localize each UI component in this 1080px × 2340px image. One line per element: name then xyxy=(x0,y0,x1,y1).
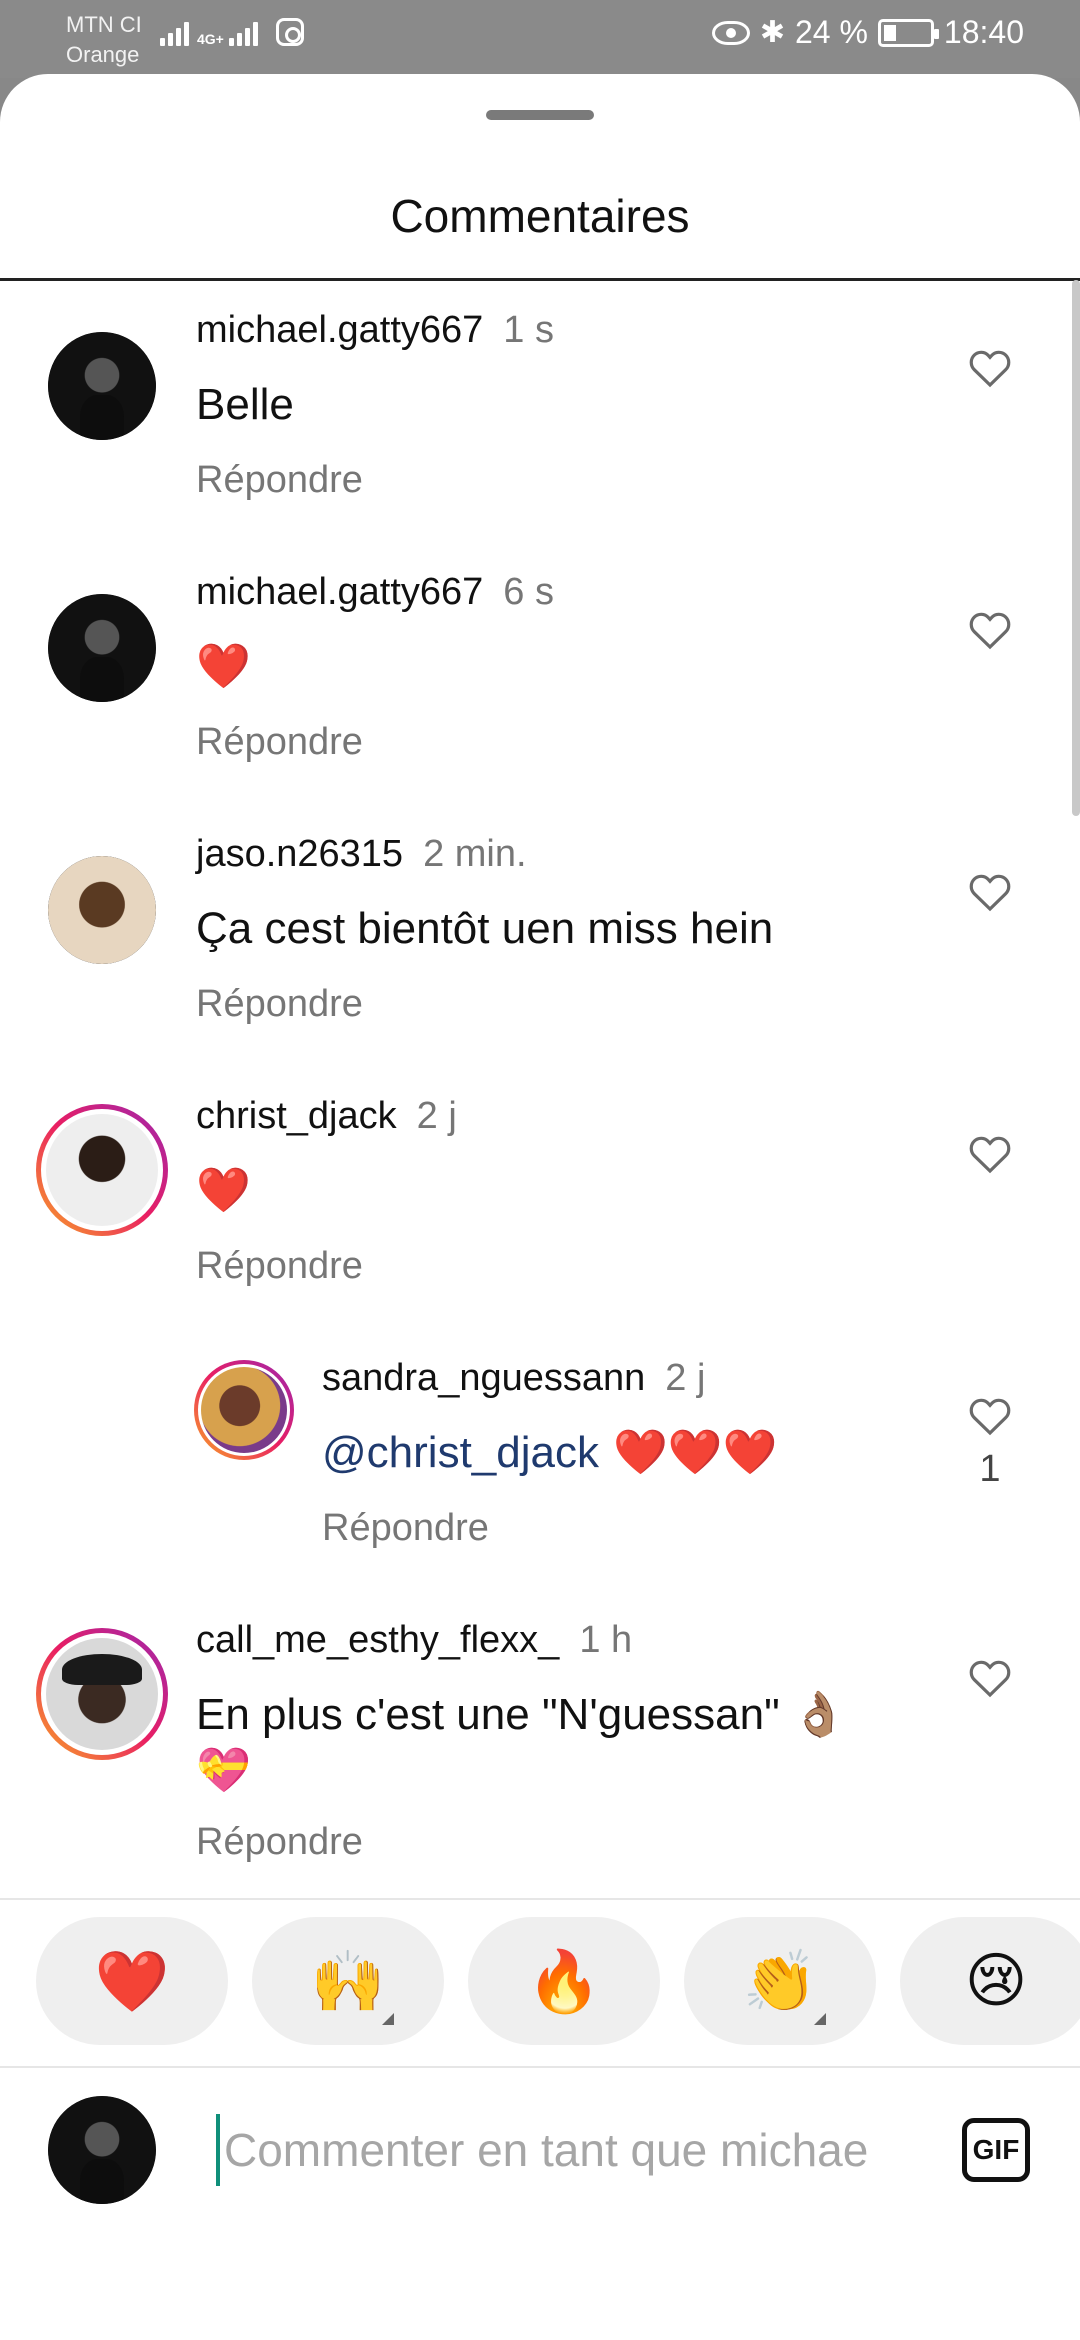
user-avatar[interactable] xyxy=(48,2096,156,2204)
status-bar: MTN CI Orange 4G+ ✱ 24 % 18:40 xyxy=(0,0,1080,78)
username[interactable]: jaso.n26315 xyxy=(196,833,403,875)
comment-meta: call_me_esthy_flexx_ 1 h xyxy=(196,1616,632,1664)
status-right: ✱ 24 % 18:40 xyxy=(711,14,1024,51)
timestamp: 2 min. xyxy=(423,833,527,875)
sheet-drag-handle[interactable] xyxy=(486,110,594,120)
quick-reactions-bar: ❤️ 🙌 🔥 👏 😢 xyxy=(36,1917,1080,2045)
clock: 18:40 xyxy=(943,14,1024,50)
avatar[interactable] xyxy=(48,594,156,702)
comment-text: Ça cest bientôt uen miss hein xyxy=(196,904,774,953)
gif-button[interactable]: GIF xyxy=(962,2118,1030,2182)
username[interactable]: sandra_nguessann xyxy=(322,1357,645,1399)
sheet-title: Commentaires xyxy=(390,190,690,242)
timestamp: 2 j xyxy=(416,1095,457,1137)
network-type: 4G+ xyxy=(197,31,224,47)
battery-percent: 24 % xyxy=(794,14,868,50)
heart-outline-icon[interactable] xyxy=(966,344,1014,392)
reaction-heart-button[interactable]: ❤️ xyxy=(36,1917,228,2045)
reply-button[interactable]: Répondre xyxy=(196,718,363,766)
reply-button[interactable]: Répondre xyxy=(196,456,363,504)
timestamp: 1 h xyxy=(579,1619,633,1661)
timestamp: 1 s xyxy=(503,309,554,351)
username[interactable]: michael.gatty667 xyxy=(196,309,483,351)
mention-link[interactable]: @christ_djack xyxy=(322,1428,599,1477)
divider xyxy=(0,1898,1080,1900)
username[interactable]: call_me_esthy_flexx_ xyxy=(196,1619,559,1661)
avatar[interactable] xyxy=(48,856,156,964)
instagram-icon xyxy=(275,18,304,46)
comment-text: ❤️ xyxy=(196,641,251,692)
like-count: 1 xyxy=(979,1448,1001,1490)
comment-text: @christ_djack ❤️❤️❤️ xyxy=(322,1426,777,1480)
avatar-story-ring[interactable] xyxy=(36,1104,168,1236)
carrier-1: MTN CI xyxy=(66,12,142,37)
heart-outline-icon[interactable] xyxy=(966,868,1014,916)
carrier-2: Orange xyxy=(66,42,140,67)
timestamp: 6 s xyxy=(503,571,554,613)
avatar[interactable] xyxy=(48,332,156,440)
comment-meta: michael.gatty667 1 s xyxy=(196,306,554,354)
comments-sheet: Commentaires michael.gatty667 1 s Belle R… xyxy=(0,74,1080,2340)
scrollbar[interactable] xyxy=(1072,280,1080,816)
reaction-clap-button[interactable]: 👏 xyxy=(684,1917,876,2045)
heart-outline-icon[interactable] xyxy=(966,1654,1014,1702)
clap-icon: 👏 xyxy=(742,1946,818,2017)
reply-button[interactable]: Répondre xyxy=(196,980,363,1028)
username[interactable]: christ_djack xyxy=(196,1095,397,1137)
avatar-story-ring[interactable] xyxy=(194,1360,294,1460)
divider xyxy=(0,278,1080,281)
reply-button[interactable]: Répondre xyxy=(196,1242,363,1290)
reply-button[interactable]: Répondre xyxy=(322,1504,489,1552)
divider xyxy=(0,2066,1080,2068)
reaction-raised-hands-button[interactable]: 🙌 xyxy=(252,1917,444,2045)
reaction-crying-button[interactable]: 😢 xyxy=(900,1917,1080,2045)
timestamp: 2 j xyxy=(665,1357,706,1399)
comment-text-line2: 💝 xyxy=(196,1745,251,1796)
avatar-story-ring[interactable] xyxy=(36,1628,168,1760)
emoji-text: ❤️❤️❤️ xyxy=(598,1427,778,1478)
bluetooth-icon: ✱ xyxy=(759,15,785,49)
reaction-fire-button[interactable]: 🔥 xyxy=(468,1917,660,2045)
comment-input[interactable] xyxy=(216,2114,916,2186)
comment-text: Belle xyxy=(196,380,294,429)
raised-hands-icon: 🙌 xyxy=(310,1946,386,2017)
comment-meta: sandra_nguessann 2 j xyxy=(322,1354,705,1402)
comment-meta: jaso.n26315 2 min. xyxy=(196,830,527,878)
battery-icon xyxy=(877,18,939,47)
signal-4g-icon: 4G+ xyxy=(197,18,258,46)
eye-icon xyxy=(711,20,750,45)
reply-button[interactable]: Répondre xyxy=(196,1818,363,1866)
heart-outline-icon[interactable] xyxy=(966,1392,1014,1440)
comment-text: En plus c'est une "N'guessan" 👌🏽 xyxy=(196,1690,847,1739)
signal-icon xyxy=(160,18,189,46)
signal-icons: 4G+ xyxy=(160,18,304,46)
username[interactable]: michael.gatty667 xyxy=(196,571,483,613)
comment-meta: michael.gatty667 6 s xyxy=(196,568,554,616)
heart-outline-icon[interactable] xyxy=(966,1130,1014,1178)
comment-text: ❤️ xyxy=(196,1165,251,1216)
heart-outline-icon[interactable] xyxy=(966,606,1014,654)
comment-meta: christ_djack 2 j xyxy=(196,1092,457,1140)
carrier-info: MTN CI Orange xyxy=(66,10,142,70)
